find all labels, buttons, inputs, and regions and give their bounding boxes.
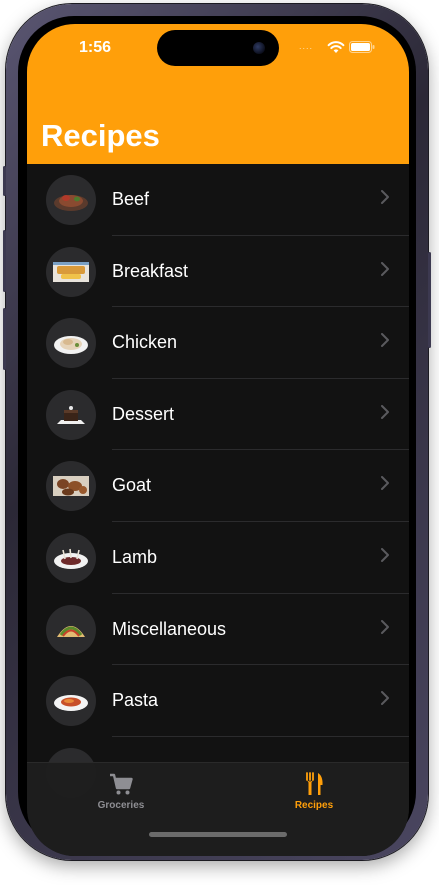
page-title: Recipes (41, 118, 160, 153)
chevron-right-icon (381, 547, 389, 562)
list-item-label: Chicken (112, 332, 178, 353)
chevron-right-icon (381, 619, 389, 634)
front-camera (253, 42, 265, 54)
volume-down-button (3, 308, 6, 370)
recipe-category-list: Beef Breakfast Chicken Dessert Goat Lamb… (27, 164, 409, 808)
wifi-icon (327, 41, 345, 53)
list-item-label: Dessert (112, 403, 175, 424)
chevron-right-icon (381, 261, 389, 276)
list-item-goat[interactable]: Goat (27, 450, 409, 522)
fork-knife-icon (306, 772, 323, 795)
power-button (428, 252, 431, 348)
chevron-right-icon (381, 691, 389, 706)
list-item-label: Goat (112, 475, 152, 496)
list-item-lamb[interactable]: Lamb (27, 522, 409, 594)
lamb-thumbnail (46, 532, 96, 583)
battery-icon (349, 41, 375, 53)
list-item-miscellaneous[interactable]: Miscellaneous (27, 594, 409, 666)
tab-label: Recipes (294, 800, 334, 811)
beef-thumbnail (46, 175, 96, 225)
list-item-label: Miscellaneous (112, 618, 227, 639)
pasta-thumbnail (46, 676, 96, 727)
tab-recipes[interactable]: Recipes (254, 771, 374, 817)
list-item-beef[interactable]: Beef (27, 164, 409, 236)
tab-bar: Groceries Recipes (27, 762, 409, 856)
breakfast-thumbnail (46, 246, 96, 297)
cellular-signal: .... (299, 41, 314, 51)
dessert-thumbnail (46, 389, 96, 440)
home-indicator[interactable] (149, 832, 287, 837)
chevron-right-icon (381, 190, 389, 204)
list-item-dessert[interactable]: Dessert (27, 379, 409, 451)
app-screen: 1:56 .... Recipes Beef Breakfast Chicken… (27, 24, 409, 856)
dynamic-island (157, 30, 279, 66)
cart-icon (110, 773, 133, 795)
miscellaneous-thumbnail (46, 604, 96, 655)
list-item-chicken[interactable]: Chicken (27, 307, 409, 379)
chevron-right-icon (381, 476, 389, 491)
navigation-header: 1:56 .... Recipes (27, 24, 409, 164)
goat-thumbnail (46, 461, 96, 512)
list-item-label: Pasta (112, 690, 159, 711)
list-item-pasta[interactable]: Pasta (27, 665, 409, 737)
list-item-label: Lamb (112, 546, 158, 567)
status-time: 1:56 (79, 39, 112, 56)
list-item-breakfast[interactable]: Breakfast (27, 236, 409, 308)
chicken-thumbnail (46, 318, 96, 369)
action-button (3, 166, 6, 196)
list-item-label: Beef (112, 189, 150, 209)
chevron-right-icon (381, 333, 389, 348)
volume-up-button (3, 230, 6, 292)
tab-label: Groceries (97, 800, 145, 811)
tab-groceries[interactable]: Groceries (61, 771, 181, 817)
chevron-right-icon (381, 404, 389, 419)
list-item-label: Breakfast (112, 260, 189, 281)
